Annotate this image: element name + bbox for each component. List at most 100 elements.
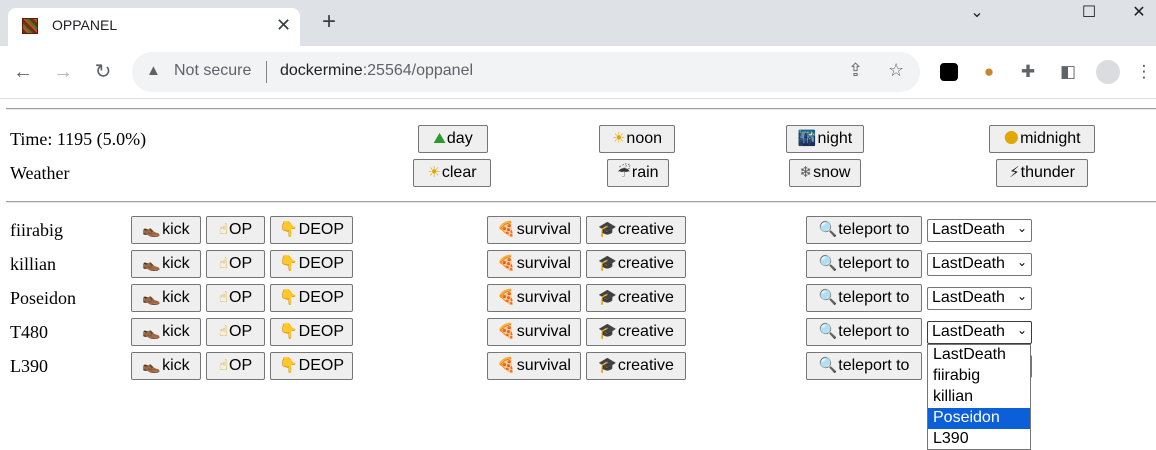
forward-button[interactable]: → [49, 58, 77, 86]
dropdown-option[interactable]: killian [928, 387, 1030, 408]
creative-label: creative [617, 255, 674, 272]
survival-button[interactable]: 🍕 survival [487, 352, 581, 380]
boot-icon: 👞 [142, 357, 162, 374]
teleport-target-dropdown[interactable]: LastDeath fiirabig killian Poseidon L390 [927, 344, 1031, 450]
star-icon[interactable]: ☆ [888, 60, 904, 81]
teleport-target-select[interactable]: LastDeath ⌄ [927, 287, 1032, 310]
close-window-button[interactable]: ✕ [1122, 0, 1156, 30]
magnifier-icon: 🔍 [818, 323, 838, 340]
op-label: OP [229, 289, 253, 306]
night-button[interactable]: 🌃 night [786, 125, 864, 153]
op-button[interactable]: ☝ OP [206, 216, 265, 244]
deop-button[interactable]: 👇 DEOP [270, 352, 353, 380]
chevron-down-icon: ⌄ [1016, 289, 1027, 303]
teleport-button[interactable]: 🔍 teleport to [806, 250, 922, 278]
op-button[interactable]: ☝ OP [206, 352, 265, 380]
new-tab-button[interactable]: + [322, 9, 336, 35]
survival-button[interactable]: 🍕 survival [487, 250, 581, 278]
minimize-button[interactable]: ⌄ [954, 0, 1000, 30]
browser-tab[interactable]: OPPANEL ✕ [8, 8, 300, 46]
sidepanel-icon[interactable]: ◧ [1056, 60, 1080, 84]
clear-button[interactable]: ☀ clear [413, 159, 491, 187]
teleport-button[interactable]: 🔍 teleport to [806, 284, 922, 312]
address-bar[interactable]: ▲ Not secure dockermine:25564/oppanel ⇪ … [132, 52, 920, 92]
extension-tampermonkey-icon[interactable] [937, 60, 961, 84]
player-name: T480 [10, 322, 48, 342]
umbrella-icon: ☔ [617, 164, 631, 181]
deop-button[interactable]: 👇 DEOP [270, 284, 353, 312]
url-text[interactable]: dockermine:25564/oppanel [280, 62, 473, 80]
player-name: killian [10, 254, 56, 274]
thunder-button[interactable]: ⚡ thunder [996, 159, 1088, 187]
mountain-icon: ⛰ [433, 130, 446, 147]
rain-button[interactable]: ☔ rain [607, 159, 669, 187]
op-button[interactable]: ☝ OP [206, 250, 265, 278]
select-value: LastDeath [932, 323, 1005, 340]
teleport-button[interactable]: 🔍 teleport to [806, 352, 922, 380]
op-button[interactable]: ☝ OP [206, 284, 265, 312]
deop-button[interactable]: 👇 DEOP [270, 250, 353, 278]
creative-button[interactable]: 🎓 creative [586, 250, 686, 278]
graduation-cap-icon: 🎓 [598, 255, 617, 272]
creative-label: creative [617, 357, 674, 374]
select-value: LastDeath [932, 221, 1005, 238]
noon-button[interactable]: ☀ noon [599, 125, 675, 153]
deop-label: DEOP [298, 323, 345, 340]
deop-button[interactable]: 👇 DEOP [270, 216, 353, 244]
lightning-icon: ⚡ [1009, 164, 1020, 181]
tab-close-icon[interactable]: ✕ [276, 15, 291, 35]
back-button[interactable]: ← [9, 58, 37, 86]
kick-button[interactable]: 👞 kick [131, 250, 201, 278]
op-label: OP [229, 255, 253, 272]
dropdown-option[interactable]: LastDeath [928, 345, 1030, 366]
kick-button[interactable]: 👞 kick [131, 352, 201, 380]
pointing-up-icon: ☝ [218, 221, 228, 238]
teleport-target-select[interactable]: LastDeath ⌄ [927, 219, 1032, 242]
dropdown-option[interactable]: fiirabig [928, 366, 1030, 387]
boot-icon: 👞 [142, 323, 162, 340]
midnight-button[interactable]: 🌑 midnight [989, 125, 1095, 153]
weather-label: Weather [10, 163, 70, 183]
creative-button[interactable]: 🎓 creative [586, 352, 686, 380]
creative-button[interactable]: 🎓 creative [586, 318, 686, 346]
security-label[interactable]: Not secure [174, 62, 251, 80]
chevron-down-icon: ⌄ [1016, 323, 1027, 337]
graduation-cap-icon: 🎓 [598, 357, 617, 374]
teleport-target-select[interactable]: LastDeath ⌄ [927, 321, 1032, 344]
dropdown-option[interactable]: L390 [928, 429, 1030, 450]
maximize-button[interactable]: ☐ [1066, 0, 1112, 30]
sun-icon: ☀ [427, 164, 441, 181]
magnifier-icon: 🔍 [818, 221, 838, 238]
teleport-target-select[interactable]: LastDeath ⌄ [927, 253, 1032, 276]
share-icon[interactable]: ⇪ [848, 60, 863, 81]
survival-button[interactable]: 🍕 survival [487, 284, 581, 312]
reload-button[interactable]: ↻ [89, 58, 117, 86]
menu-icon[interactable]: ⋮ [1132, 60, 1156, 84]
survival-button[interactable]: 🍕 survival [487, 216, 581, 244]
teleport-button[interactable]: 🔍 teleport to [806, 318, 922, 346]
pizza-icon: 🍕 [497, 255, 516, 272]
kick-label: kick [162, 323, 190, 340]
kick-button[interactable]: 👞 kick [131, 284, 201, 312]
snow-button[interactable]: ❄ snow [789, 159, 861, 187]
creative-button[interactable]: 🎓 creative [586, 216, 686, 244]
dropdown-option-highlighted[interactable]: Poseidon [928, 408, 1030, 429]
warning-icon[interactable]: ▲ [146, 62, 161, 79]
player-name: L390 [10, 356, 48, 376]
survival-label: survival [516, 255, 571, 272]
deop-button[interactable]: 👇 DEOP [270, 318, 353, 346]
survival-button[interactable]: 🍕 survival [487, 318, 581, 346]
puzzle-icon[interactable]: ✚ [1016, 60, 1040, 84]
day-button[interactable]: ⛰ day [418, 125, 488, 153]
pointing-up-icon: ☝ [218, 357, 228, 374]
kick-button[interactable]: 👞 kick [131, 216, 201, 244]
cookie-icon[interactable]: ● [977, 60, 1001, 84]
op-button[interactable]: ☝ OP [206, 318, 265, 346]
kick-button[interactable]: 👞 kick [131, 318, 201, 346]
magnifier-icon: 🔍 [818, 357, 838, 374]
teleport-button[interactable]: 🔍 teleport to [806, 216, 922, 244]
pointing-up-icon: ☝ [218, 323, 228, 340]
magnifier-icon: 🔍 [818, 289, 838, 306]
profile-icon[interactable] [1096, 60, 1120, 84]
creative-button[interactable]: 🎓 creative [586, 284, 686, 312]
